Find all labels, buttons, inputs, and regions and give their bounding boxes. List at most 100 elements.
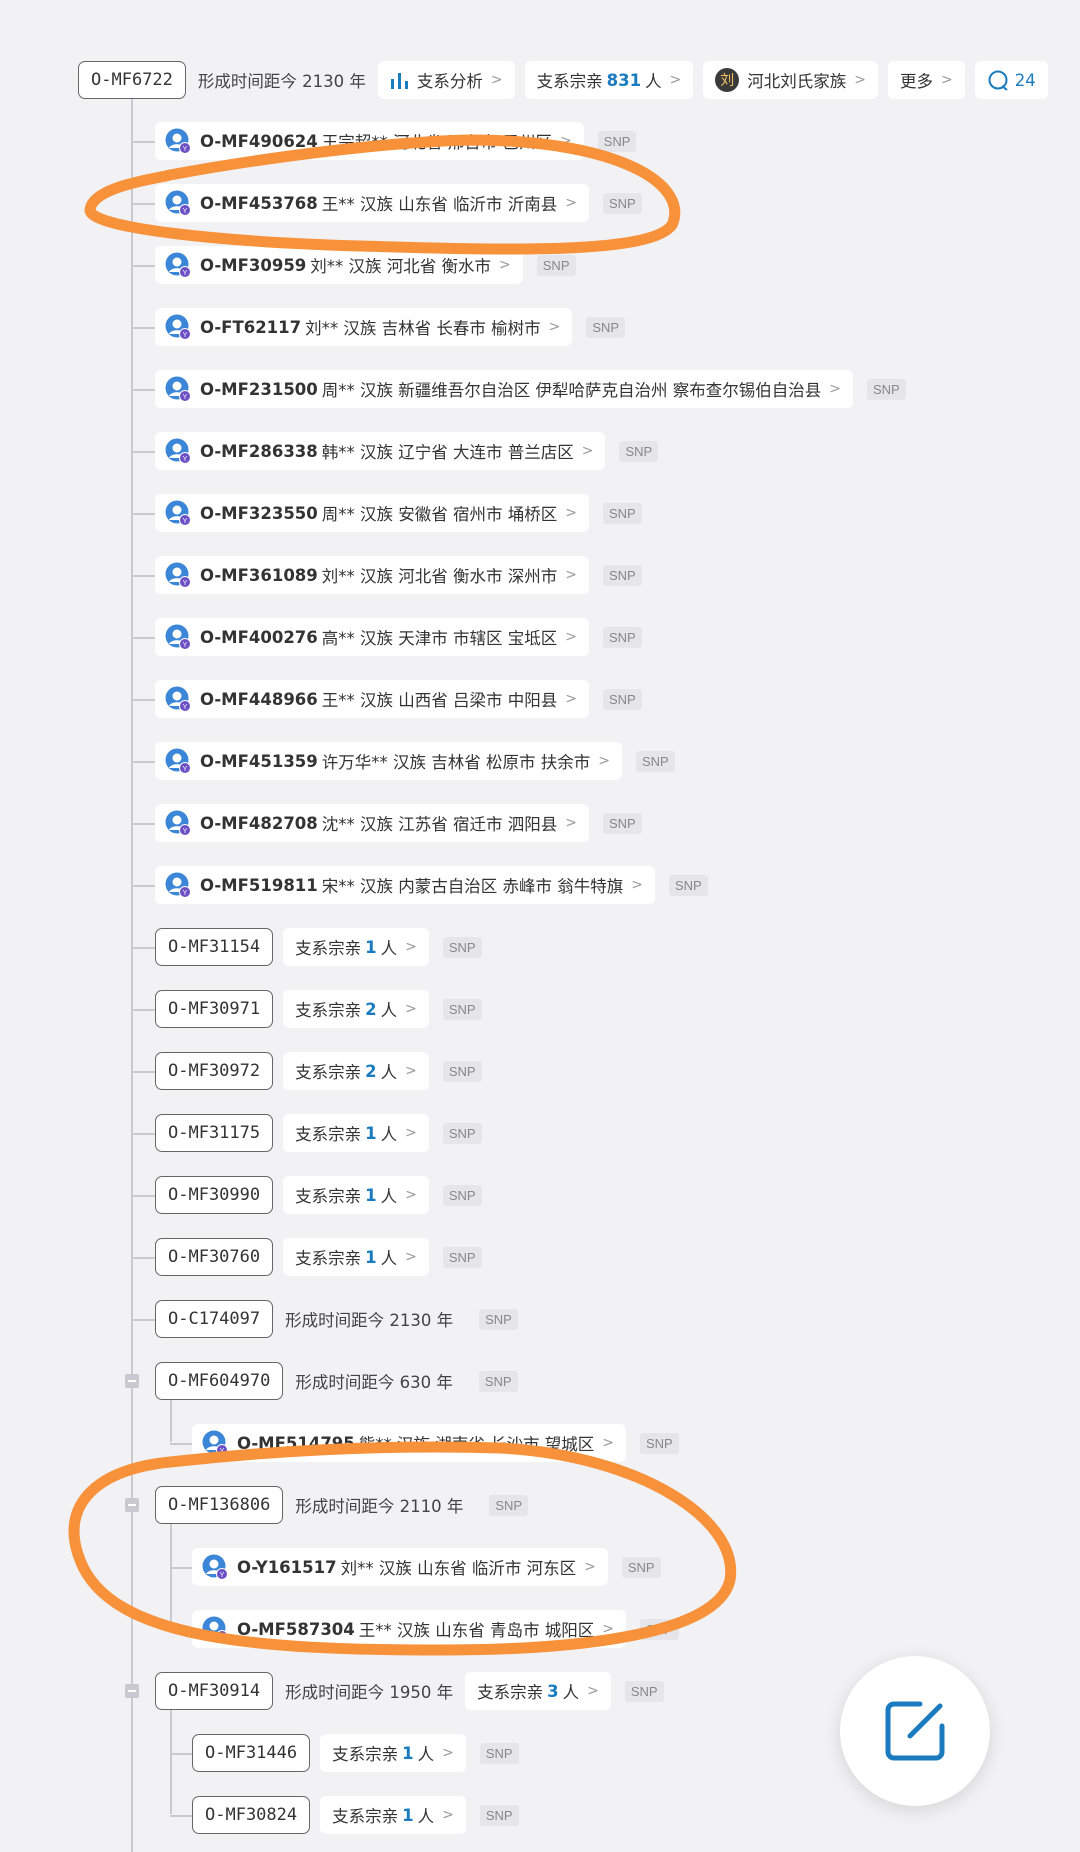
snp-badge[interactable]: SNP <box>639 1432 679 1454</box>
collapse-toggle-icon[interactable] <box>125 1374 139 1388</box>
subclade-row: O-MF30824 支系宗亲 1 人 > SNP <box>192 1796 519 1834</box>
clade-node[interactable]: O-MF604970 <box>155 1362 284 1400</box>
chevron-right-icon: > <box>565 691 577 707</box>
person-chip[interactable]: Y O-Y161517 刘** 汉族 山东省 临沂市 河东区 > <box>192 1548 608 1586</box>
chevron-right-icon: > <box>442 1807 454 1823</box>
snp-badge[interactable]: SNP <box>602 564 642 586</box>
snp-badge[interactable]: SNP <box>597 130 637 152</box>
snp-badge[interactable]: SNP <box>602 812 642 834</box>
snp-badge[interactable]: SNP <box>586 316 626 338</box>
user-avatar-icon: Y <box>165 500 191 526</box>
clade-node[interactable]: O-C174097 <box>155 1300 274 1338</box>
relatives-count: 2 <box>365 999 377 1019</box>
person-chip[interactable]: Y O-MF519811 宋** 汉族 内蒙古自治区 赤峰市 翁牛特旗 > <box>155 866 655 904</box>
snp-badge[interactable]: SNP <box>442 936 482 958</box>
edit-button[interactable] <box>840 1656 990 1806</box>
person-info: 高** 汉族 天津市 市辖区 宝坻区 <box>321 629 558 648</box>
snp-badge[interactable]: SNP <box>602 688 642 710</box>
connector-line <box>131 699 155 701</box>
more-button[interactable]: 更多 > <box>888 61 965 99</box>
collapse-toggle-icon[interactable] <box>125 1498 139 1512</box>
person-chip[interactable]: Y O-MF451359 许万华** 汉族 吉林省 松原市 扶余市 > <box>155 742 622 780</box>
snp-badge[interactable]: SNP <box>536 254 576 276</box>
clade-node[interactable]: O-MF30824 <box>192 1796 311 1834</box>
snp-badge[interactable]: SNP <box>866 378 906 400</box>
person-chip[interactable]: Y O-MF361089 刘** 汉族 河北省 衡水市 深州市 > <box>155 556 589 594</box>
person-chip[interactable]: Y O-MF587304 王** 汉族 山东省 青岛市 城阳区 > <box>192 1610 626 1648</box>
branch-line-mf136806 <box>170 1524 172 1629</box>
snp-badge[interactable]: SNP <box>442 998 482 1020</box>
clade-id: O-MF30914 <box>168 1681 261 1701</box>
more-label: 更多 <box>900 72 934 91</box>
snp-badge[interactable]: SNP <box>442 1060 482 1082</box>
svg-text:Y: Y <box>220 1572 225 1579</box>
clade-node[interactable]: O-MF31446 <box>192 1734 311 1772</box>
connector-line <box>131 141 155 143</box>
snp-badge[interactable]: SNP <box>478 1370 518 1392</box>
snp-badge[interactable]: SNP <box>621 1556 661 1578</box>
snp-badge[interactable]: SNP <box>479 1742 519 1764</box>
snp-badge[interactable]: SNP <box>479 1308 518 1330</box>
person-chip[interactable]: Y O-MF448966 王** 汉族 山西省 吕梁市 中阳县 > <box>155 680 589 718</box>
connector-line <box>131 389 155 391</box>
person-chip[interactable]: Y O-MF490624 王宗超** 河北省 邢台市 巴州区 > <box>155 122 584 160</box>
relatives-button[interactable]: 支系宗亲 1 人 > <box>283 928 429 966</box>
person-id: O-MF323550 <box>200 503 318 523</box>
comment-button[interactable]: 24 <box>974 61 1048 99</box>
snp-badge[interactable]: SNP <box>602 192 642 214</box>
relatives-count: 3 <box>547 1681 559 1701</box>
snp-badge[interactable]: SNP <box>635 750 675 772</box>
clan-button[interactable]: 刘河北刘氏家族 > <box>703 61 879 99</box>
clade-node[interactable]: O-MF30914 <box>155 1672 274 1710</box>
chevron-right-icon: > <box>405 939 417 955</box>
analysis-button[interactable]: 支系分析 > <box>377 61 515 99</box>
snp-badge[interactable]: SNP <box>619 440 659 462</box>
clade-row-mf136806: O-MF136806 形成时间距今 2110 年 SNP <box>155 1486 529 1524</box>
clade-node[interactable]: O-MF136806 <box>155 1486 284 1524</box>
person-id: O-MF448966 <box>200 689 318 709</box>
relatives-button[interactable]: 支系宗亲 1 人 > <box>320 1796 466 1834</box>
snp-badge[interactable]: SNP <box>624 1680 664 1702</box>
person-chip[interactable]: Y O-MF482708 沈** 汉族 江苏省 宿迁市 泗阳县 > <box>155 804 589 842</box>
person-chip[interactable]: Y O-MF286338 韩** 汉族 辽宁省 大连市 普兰店区 > <box>155 432 606 470</box>
clade-node[interactable]: O-MF31154 <box>155 928 274 966</box>
person-chip[interactable]: Y O-MF231500 周** 汉族 新疆维吾尔自治区 伊犁哈萨克自治州 察布查尔… <box>155 370 853 408</box>
user-avatar-icon: Y <box>165 748 191 774</box>
collapse-toggle-icon[interactable] <box>125 1684 139 1698</box>
person-chip[interactable]: Y O-MF453768 王** 汉族 山东省 临沂市 沂南县 > <box>155 184 589 222</box>
person-chip[interactable]: Y O-FT62117 刘** 汉族 吉林省 长春市 榆树市 > <box>155 308 573 346</box>
person-chip[interactable]: Y O-MF514795 熊** 汉族 湖南省 长沙市 望城区 > <box>192 1424 626 1462</box>
person-chip[interactable]: Y O-MF400276 高** 汉族 天津市 市辖区 宝坻区 > <box>155 618 589 656</box>
clade-node[interactable]: O-MF30990 <box>155 1176 274 1214</box>
snp-badge[interactable]: SNP <box>479 1804 519 1826</box>
relatives-button[interactable]: 支系宗亲 2 人 > <box>283 1052 429 1090</box>
connector-line <box>131 575 155 577</box>
snp-badge[interactable]: SNP <box>602 626 642 648</box>
person-chip[interactable]: Y O-MF30959 刘** 汉族 河北省 衡水市 > <box>155 246 523 284</box>
subclade-row: O-MF30760 支系宗亲 1 人 > SNP <box>155 1238 482 1276</box>
clade-node[interactable]: O-MF30971 <box>155 990 274 1028</box>
snp-badge[interactable]: SNP <box>442 1246 482 1268</box>
snp-badge[interactable]: SNP <box>489 1494 529 1516</box>
relatives-button[interactable]: 支系宗亲 2 人 > <box>283 990 429 1028</box>
clade-node[interactable]: O-MF30760 <box>155 1238 274 1276</box>
person-info: 刘** 汉族 吉林省 长春市 榆树市 <box>305 319 541 338</box>
clade-node[interactable]: O-MF31175 <box>155 1114 274 1152</box>
relatives-button[interactable]: 支系宗亲 1 人 > <box>283 1114 429 1152</box>
clade-node[interactable]: O-MF30972 <box>155 1052 274 1090</box>
relatives-button[interactable]: 支系宗亲 1 人 > <box>283 1238 429 1276</box>
tree-trunk-line <box>131 99 133 1852</box>
user-avatar-icon: Y <box>165 624 191 650</box>
snp-badge[interactable]: SNP <box>442 1184 482 1206</box>
snp-badge[interactable]: SNP <box>668 874 708 896</box>
person-chip[interactable]: Y O-MF323550 周** 汉族 安徽省 宿州市 埇桥区 > <box>155 494 589 532</box>
snp-badge[interactable]: SNP <box>639 1618 679 1640</box>
relatives-button[interactable]: 支系宗亲 1 人 > <box>283 1176 429 1214</box>
root-node[interactable]: O-MF6722 <box>78 61 186 99</box>
subclade-row: O-MF31154 支系宗亲 1 人 > SNP <box>155 928 482 966</box>
snp-badge[interactable]: SNP <box>442 1122 482 1144</box>
snp-badge[interactable]: SNP <box>602 502 642 524</box>
relatives-button[interactable]: 支系宗亲 3 人 > <box>465 1672 611 1710</box>
relatives-button[interactable]: 支系宗亲 1 人 > <box>320 1734 466 1772</box>
root-relatives-button[interactable]: 支系宗亲 831 人 > <box>524 61 694 99</box>
